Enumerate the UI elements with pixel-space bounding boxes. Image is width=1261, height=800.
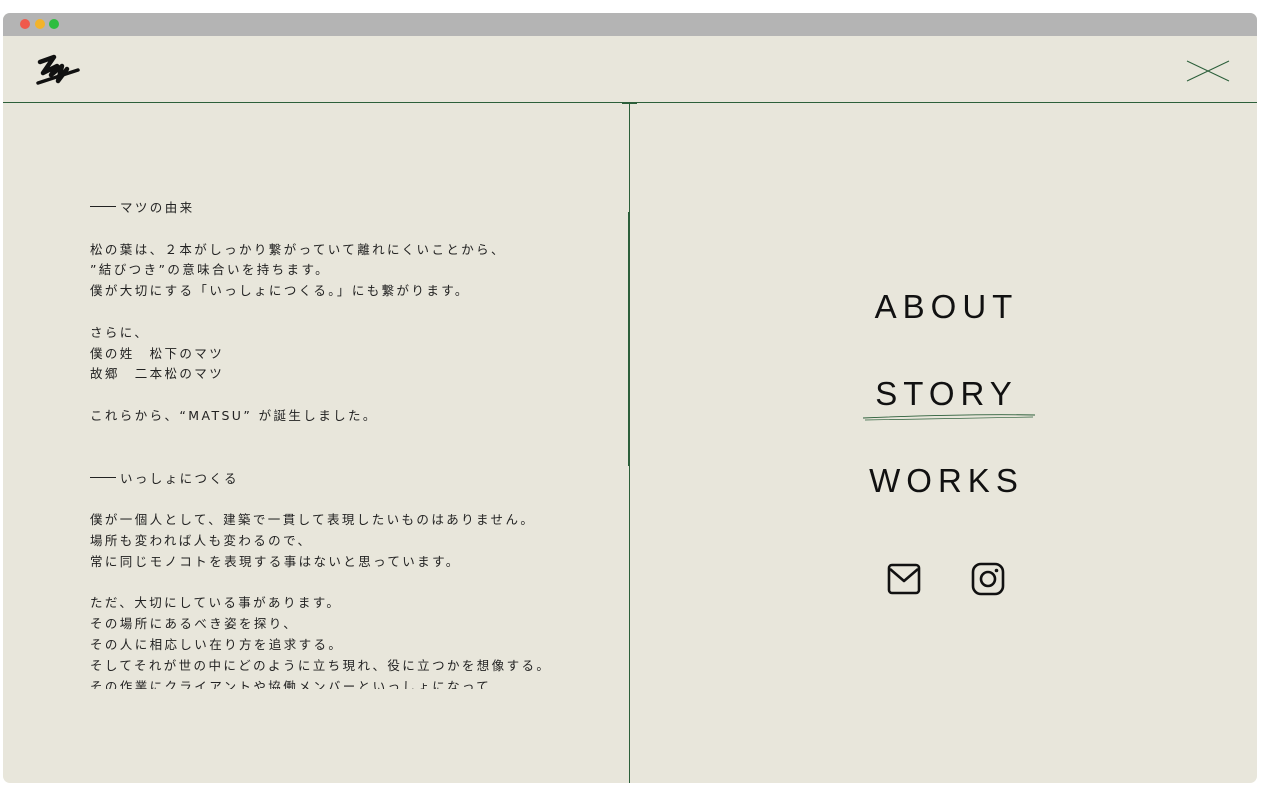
window-titlebar bbox=[3, 13, 1257, 36]
active-underline bbox=[862, 414, 1036, 421]
close-x-icon[interactable] bbox=[1186, 59, 1230, 83]
nav-about[interactable]: ABOUT bbox=[633, 288, 1257, 326]
browser-window: マツの由来 松の葉は、２本がしっかり繋がっていて離れにくいことから、 ”結びつき… bbox=[3, 13, 1257, 783]
section-heading: いっしょにつくる bbox=[90, 469, 590, 490]
story-line: 僕が大切にする「いっしょにつくる。」にも繋がります。 bbox=[90, 283, 470, 299]
story-line: 松の葉は、２本がしっかり繋がっていて離れにくいことから、 bbox=[90, 241, 506, 257]
matsu-logo-icon[interactable] bbox=[36, 53, 82, 89]
story-line: そしてそれが世の中にどのように立ち現れ、役に立つかを想像する。 bbox=[90, 657, 552, 673]
story-line: 故郷 二本松のマツ bbox=[90, 366, 225, 382]
story-line: さらに、 bbox=[90, 324, 150, 340]
story-line: ”結びつき”の意味合いを持ちます。 bbox=[90, 262, 331, 278]
story-line: 僕の姓 松下のマツ bbox=[90, 345, 225, 361]
story-line: ただ、大切にしている事があります。 bbox=[90, 595, 342, 611]
heading-dash bbox=[90, 206, 116, 207]
story-text-panel: マツの由来 松の葉は、２本がしっかり繋がっていて離れにくいことから、 ”結びつき… bbox=[90, 193, 590, 689]
story-line: 常に同じモノコトを表現する事はないと思っています。 bbox=[90, 553, 461, 569]
section-heading: マツの由来 bbox=[90, 198, 590, 219]
scroll-indicator[interactable] bbox=[628, 212, 630, 466]
story-line: その人に相応しい在り方を追求する。 bbox=[90, 636, 344, 652]
window-minimize-dot[interactable] bbox=[35, 19, 45, 29]
story-line: その場所にあるべき姿を探り、 bbox=[90, 616, 299, 632]
instagram-icon[interactable] bbox=[970, 561, 1006, 597]
story-line: 僕が一個人として、建築で一貫して表現したいものはありません。 bbox=[90, 512, 536, 528]
nav-works[interactable]: WORKS bbox=[633, 462, 1257, 500]
story-line: これらから、“MATSU” が誕生しました。 bbox=[90, 407, 378, 423]
story-line: 場所も変われば人も変わるので、 bbox=[90, 532, 313, 548]
heading-dash bbox=[90, 476, 116, 478]
mail-icon[interactable] bbox=[886, 561, 922, 597]
story-line: その作業にクライアントや協働メンバーといっしょになって bbox=[90, 678, 492, 689]
nav-story[interactable]: STORY bbox=[633, 375, 1257, 413]
window-close-dot[interactable] bbox=[20, 19, 30, 29]
window-zoom-dot[interactable] bbox=[49, 19, 59, 29]
